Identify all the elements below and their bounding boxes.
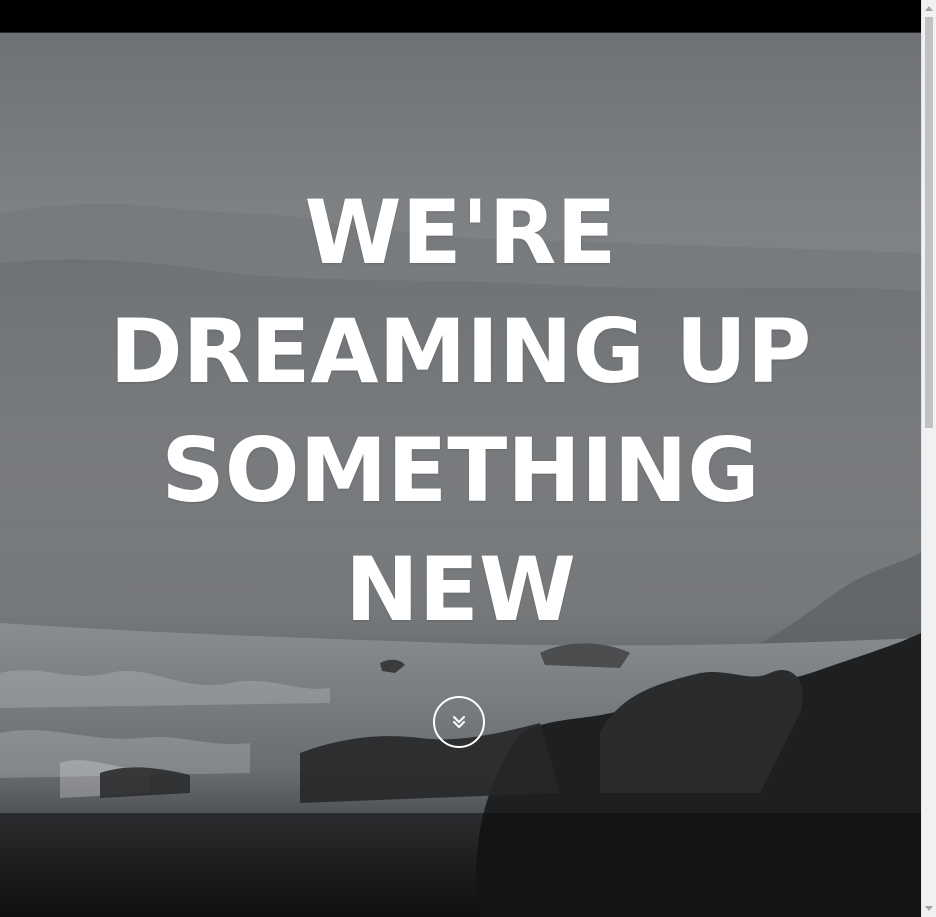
scroll-down-arrow-icon[interactable] bbox=[922, 902, 936, 916]
browser-viewport: WE'RE DREAMING UP SOMETHING NEW bbox=[0, 0, 936, 917]
hero-headline: WE'RE DREAMING UP SOMETHING NEW bbox=[60, 173, 861, 649]
vertical-scrollbar[interactable] bbox=[921, 0, 936, 917]
scroll-up-arrow-icon[interactable] bbox=[922, 1, 936, 15]
top-bar bbox=[0, 0, 921, 33]
headline-line-4: NEW bbox=[345, 538, 576, 641]
headline-line-3: SOMETHING bbox=[161, 419, 760, 522]
hero-section: WE'RE DREAMING UP SOMETHING NEW bbox=[0, 33, 921, 917]
scrollbar-thumb[interactable] bbox=[925, 17, 933, 428]
double-chevron-down-icon bbox=[453, 716, 465, 728]
scroll-down-button[interactable] bbox=[433, 696, 485, 748]
headline-line-1: WE'RE bbox=[304, 181, 617, 284]
headline-line-2: DREAMING UP bbox=[109, 300, 812, 403]
